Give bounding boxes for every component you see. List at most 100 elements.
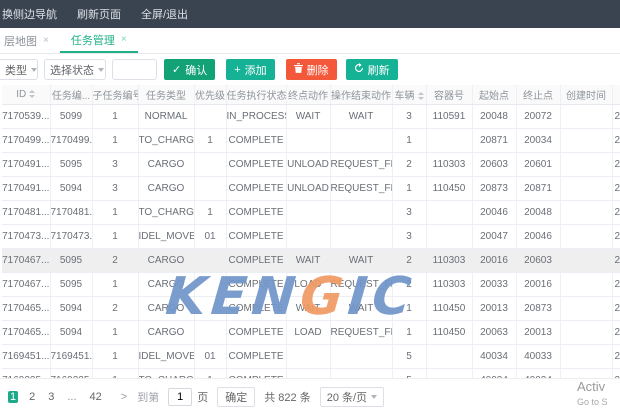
table-row[interactable]: 7170473...7170473...1IDEL_MOVE01COMPLETE… (2, 224, 620, 248)
table-cell: 20016 (472, 248, 516, 272)
jump-confirm-button[interactable]: 确定 (217, 387, 255, 407)
table-cell: 20 (612, 128, 620, 152)
table-cell (426, 368, 472, 378)
sort-icon[interactable] (29, 90, 35, 98)
table-cell (194, 272, 226, 296)
nav-toggle-sidebar[interactable]: 换侧边导航 (2, 6, 57, 22)
table-cell: 7170481... (2, 200, 50, 224)
table-cell: IDEL_MOVE (138, 224, 194, 248)
page-size-select[interactable]: 20 条/页 (320, 387, 384, 407)
nav-fullscreen-exit[interactable]: 全屏/退出 (141, 6, 188, 22)
table-cell: 20 (612, 296, 620, 320)
sort-icon[interactable] (418, 92, 424, 100)
table-cell (560, 128, 612, 152)
page-jump-input[interactable] (168, 388, 192, 406)
table-cell (560, 296, 612, 320)
table-cell: REQUEST_FI... (330, 152, 392, 176)
page-ellipsis: ... (65, 391, 78, 403)
table-row[interactable]: 7170491...50943CARGOCOMPLETEUNLOADREQUES… (2, 176, 620, 200)
table-row[interactable]: 7170465...50941CARGOCOMPLETELOADREQUEST_… (2, 320, 620, 344)
nav-refresh-page[interactable]: 刷新页面 (77, 6, 121, 22)
table-row[interactable]: 7170467...50952CARGOCOMPLETEWAITWAIT2110… (2, 248, 620, 272)
table-cell: REQUEST_FI... (330, 272, 392, 296)
table-cell: CARGO (138, 272, 194, 296)
table-cell: 20033 (472, 272, 516, 296)
table-cell: 20046 (516, 224, 560, 248)
task-table-area: ID任务编...子任务编号任务类型优先级任务执行状态终点动作操作结束动作车辆容器… (0, 85, 620, 378)
table-cell: 1 (92, 224, 138, 248)
table-cell: 3 (392, 104, 426, 128)
table-cell (286, 224, 330, 248)
table-cell: 5094 (50, 176, 92, 200)
add-button[interactable]: + 添加 (226, 59, 274, 80)
refresh-button[interactable]: 刷新 (346, 59, 398, 80)
column-header-0[interactable]: ID (2, 85, 50, 104)
table-cell: 2 (92, 296, 138, 320)
table-row[interactable]: 7170465...50942CARGOCOMPLETEWAITWAIT1110… (2, 296, 620, 320)
status-select-value: 选择状态 (50, 62, 94, 78)
table-cell: 2 (92, 248, 138, 272)
page-button-42[interactable]: 42 (88, 391, 104, 403)
table-cell (426, 224, 472, 248)
pagination-bar: 123...42 > 到第 页 确定 共 822 条 20 条/页 (0, 378, 620, 415)
delete-button[interactable]: 删除 (286, 59, 337, 80)
column-header-5: 任务执行状态 (226, 85, 286, 104)
next-page-button[interactable]: > (121, 391, 127, 403)
table-cell: CARGO (138, 296, 194, 320)
tab-map[interactable]: 层地图 × (0, 28, 60, 53)
table-cell: 3 (392, 224, 426, 248)
table-cell: 20 (612, 344, 620, 368)
table-cell (330, 344, 392, 368)
column-header-8[interactable]: 车辆 (392, 85, 426, 104)
table-row[interactable]: 7170491...50953CARGOCOMPLETEUNLOADREQUES… (2, 152, 620, 176)
table-cell (286, 128, 330, 152)
jump-to-label: 到第 (137, 389, 159, 405)
tab-task-management[interactable]: 任务管理 × (60, 28, 138, 53)
table-cell (330, 200, 392, 224)
table-cell: 20 (612, 272, 620, 296)
table-cell: 7170467... (2, 248, 50, 272)
table-cell: COMPLETE (226, 152, 286, 176)
table-cell: COMPLETE (226, 320, 286, 344)
close-icon[interactable]: × (43, 35, 49, 46)
table-cell: 20046 (472, 200, 516, 224)
table-cell: 20 (612, 200, 620, 224)
table-cell: REQUEST_FI... (330, 176, 392, 200)
type-select[interactable]: 类型 (0, 59, 38, 80)
filter-bar: 类型 选择状态 ✓ 确认 + 添加 删除 刷新 (0, 54, 620, 85)
column-header-2[interactable]: 子任务编号 (92, 85, 138, 104)
table-cell: 20 (612, 176, 620, 200)
column-header-9: 容器号 (426, 85, 472, 104)
table-cell: 20603 (472, 152, 516, 176)
table-cell: 2 (392, 248, 426, 272)
total-count-label: 共 822 条 (264, 389, 310, 405)
table-cell: COMPLETE (226, 272, 286, 296)
table-cell: 110303 (426, 152, 472, 176)
table-row[interactable]: 7170467...50951CARGOCOMPLETELOADREQUEST_… (2, 272, 620, 296)
page-button-2[interactable]: 2 (27, 391, 37, 403)
chevron-down-icon (98, 68, 104, 72)
table-cell: 1 (194, 200, 226, 224)
search-input[interactable] (112, 59, 157, 80)
tab-task-label: 任务管理 (71, 32, 115, 48)
table-row[interactable]: 7170481...7170481...1TO_CHARGE1COMPLETE3… (2, 200, 620, 224)
table-cell: 3 (392, 200, 426, 224)
table-row[interactable]: 7170539...50991NORMALIN_PROCESSWAITWAIT3… (2, 104, 620, 128)
page-button-1[interactable]: 1 (8, 391, 18, 403)
close-icon[interactable]: × (121, 34, 127, 45)
table-cell: TO_CHARGE (138, 200, 194, 224)
table-row[interactable]: 7169225...7169225...1TO_CHARGE1COMPLETE5… (2, 368, 620, 378)
page-button-3[interactable]: 3 (46, 391, 56, 403)
table-cell (560, 104, 612, 128)
confirm-button[interactable]: ✓ 确认 (164, 59, 215, 80)
table-cell: REQUEST_FI... (330, 320, 392, 344)
table-cell: 5 (392, 368, 426, 378)
status-select[interactable]: 选择状态 (44, 59, 106, 80)
table-row[interactable]: 7169451...7169451...1IDEL_MOVE01COMPLETE… (2, 344, 620, 368)
table-cell: 40034 (472, 344, 516, 368)
table-cell: 20048 (472, 104, 516, 128)
table-cell: 1 (92, 344, 138, 368)
table-row[interactable]: 7170499...7170499...1TO_CHARGE1COMPLETE1… (2, 128, 620, 152)
column-header-6: 终点动作 (286, 85, 330, 104)
table-cell: 7170467... (2, 272, 50, 296)
